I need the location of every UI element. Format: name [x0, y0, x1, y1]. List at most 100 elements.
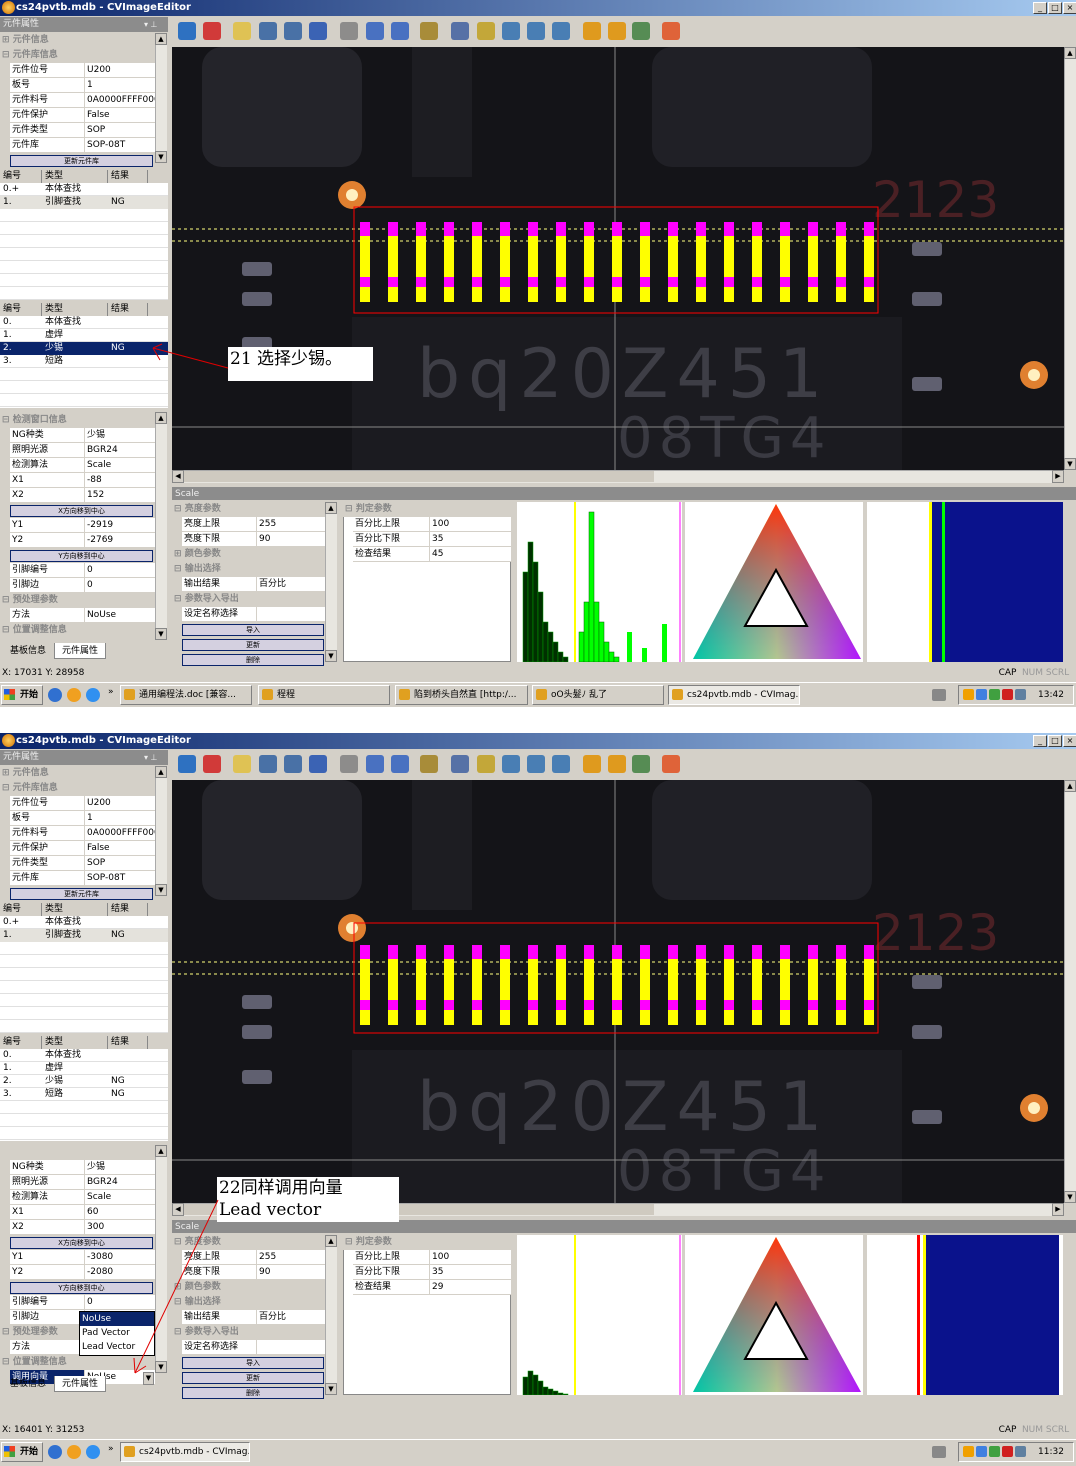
- taskbar-item[interactable]: 通用编程法.doc [兼容...: [120, 685, 252, 705]
- signal-icon[interactable]: [989, 1446, 1000, 1457]
- table-row[interactable]: 0.+ 本体查找: [0, 183, 168, 196]
- column-header[interactable]: 编号: [0, 1036, 42, 1049]
- column-header[interactable]: 类型: [42, 303, 108, 316]
- param-prop-value[interactable]: 百分比: [256, 577, 326, 592]
- taskbar-item[interactable]: oO头髮ﾉ 乱了: [532, 685, 664, 705]
- table-row[interactable]: 3. 短路: [0, 355, 168, 368]
- component-icon[interactable]: [420, 22, 438, 40]
- panel-tab[interactable]: 元件属性: [54, 643, 106, 659]
- component-prop-value[interactable]: SOP-08T: [84, 871, 155, 886]
- color-marker[interactable]: [917, 1235, 920, 1395]
- volume-icon[interactable]: [1015, 1446, 1026, 1457]
- print-preview-icon[interactable]: [340, 755, 358, 773]
- window-prop-section[interactable]: ⊟ 检测窗口信息: [0, 413, 155, 428]
- scroll-down-button[interactable]: ▼: [1064, 1191, 1076, 1203]
- window-prop-value[interactable]: 152: [84, 488, 155, 503]
- table-row[interactable]: 1. 虚焊: [0, 329, 168, 342]
- network-error-icon[interactable]: [1002, 689, 1013, 700]
- component-prop-button[interactable]: 更新元件库: [10, 888, 153, 900]
- fit-height-icon[interactable]: [284, 22, 302, 40]
- column-header[interactable]: 类型: [42, 903, 108, 916]
- vertical-scrollbar[interactable]: [155, 33, 167, 163]
- network-icon[interactable]: [976, 1446, 987, 1457]
- judge-prop-value[interactable]: 29: [429, 1280, 511, 1295]
- frame-icon[interactable]: [309, 755, 327, 773]
- scroll-down-button[interactable]: ▼: [325, 650, 337, 662]
- zoom-fit-icon[interactable]: [552, 755, 570, 773]
- zoom-fit-icon[interactable]: [552, 22, 570, 40]
- component-prop-value[interactable]: 0A0000FFFF000: [84, 826, 155, 841]
- component-prop-section[interactable]: ⊟ 元件库信息: [0, 781, 155, 796]
- scroll-up-button[interactable]: ▲: [155, 33, 167, 45]
- param-prop-section[interactable]: ⊞ 颜色参数: [172, 547, 326, 562]
- column-header[interactable]: 编号: [0, 903, 42, 916]
- table-row[interactable]: 2. 少锡 NG: [0, 342, 168, 355]
- component-prop-value[interactable]: U200: [84, 63, 155, 78]
- qq-icon[interactable]: [67, 1445, 81, 1459]
- zoom-out-icon[interactable]: [527, 22, 545, 40]
- column-header[interactable]: 编号: [0, 170, 42, 183]
- next-icon[interactable]: [608, 22, 626, 40]
- param-prop-button[interactable]: 更新: [182, 639, 324, 651]
- next-icon[interactable]: [608, 755, 626, 773]
- window-prop-value[interactable]: BGR24: [84, 1175, 155, 1190]
- judge-prop-value[interactable]: 100: [429, 1250, 511, 1265]
- component-icon[interactable]: [420, 755, 438, 773]
- color-triangle[interactable]: [685, 502, 863, 662]
- scroll-down-button[interactable]: ▼: [155, 884, 167, 896]
- save-icon[interactable]: [451, 22, 469, 40]
- fit-width-icon[interactable]: [259, 22, 277, 40]
- judge-prop-value[interactable]: 100: [429, 517, 511, 532]
- qq-tray-icon[interactable]: [963, 1446, 974, 1457]
- window-prop-section[interactable]: ⊟ 预处理参数: [0, 593, 155, 608]
- window-prop-value[interactable]: -88: [84, 473, 155, 488]
- more-icon[interactable]: »: [108, 687, 118, 701]
- table-row[interactable]: 2. 少锡 NG: [0, 1075, 168, 1088]
- minimize-button[interactable]: _: [1033, 2, 1047, 14]
- add-icon[interactable]: [178, 22, 196, 40]
- close-button[interactable]: ×: [1063, 735, 1076, 747]
- power-icon[interactable]: [662, 22, 680, 40]
- param-prop-value[interactable]: 百分比: [256, 1310, 326, 1325]
- component-prop-value[interactable]: U200: [84, 796, 155, 811]
- scroll-down-button[interactable]: ▼: [155, 628, 167, 640]
- library-icon[interactable]: [632, 755, 650, 773]
- qq-tray-icon[interactable]: [963, 689, 974, 700]
- undo-icon[interactable]: [366, 22, 384, 40]
- window-prop-value[interactable]: -2769: [84, 533, 155, 548]
- param-prop-value[interactable]: [256, 607, 326, 622]
- column-header[interactable]: 类型: [42, 170, 108, 183]
- scroll-down-button[interactable]: ▼: [1064, 458, 1076, 470]
- fit-height-icon[interactable]: [284, 755, 302, 773]
- panel-tab[interactable]: 基板信息: [2, 643, 54, 659]
- panel-tab[interactable]: 元件属性: [54, 1376, 106, 1392]
- param-prop-section[interactable]: ⊟ 参数导入导出: [172, 592, 326, 607]
- column-header[interactable]: 编号: [0, 303, 42, 316]
- vertical-scrollbar[interactable]: [155, 412, 167, 640]
- table-row[interactable]: 0. 本体查找: [0, 1049, 168, 1062]
- color-marker[interactable]: [929, 502, 932, 662]
- scroll-right-button[interactable]: ▶: [1052, 470, 1064, 483]
- component-prop-section[interactable]: ⊞ 元件信息: [0, 33, 155, 48]
- judge-prop-section[interactable]: ⊟ 判定参数: [343, 502, 511, 517]
- table-row[interactable]: 3. 短路 NG: [0, 1088, 168, 1101]
- vertical-scrollbar[interactable]: [1064, 47, 1076, 470]
- component-prop-value[interactable]: SOP: [84, 856, 155, 871]
- component-prop-value[interactable]: 0A0000FFFF000: [84, 93, 155, 108]
- component-prop-value[interactable]: 1: [84, 811, 155, 826]
- prev-icon[interactable]: [583, 755, 601, 773]
- scroll-up-button[interactable]: ▲: [325, 502, 337, 514]
- fit-width-icon[interactable]: [259, 755, 277, 773]
- table-row[interactable]: 1. 引脚查找 NG: [0, 196, 168, 209]
- component-prop-section[interactable]: ⊟ 元件库信息: [0, 48, 155, 63]
- window-prop-value[interactable]: BGR24: [84, 443, 155, 458]
- delete-icon[interactable]: [203, 22, 221, 40]
- signal-icon[interactable]: [989, 689, 1000, 700]
- scroll-up-button[interactable]: ▲: [325, 1235, 337, 1247]
- window-prop-value[interactable]: -2919: [84, 518, 155, 533]
- volume-icon[interactable]: [1015, 689, 1026, 700]
- taskbar-item[interactable]: 程程: [258, 685, 390, 705]
- window-prop-value[interactable]: 0: [84, 578, 155, 593]
- component-prop-value[interactable]: SOP-08T: [84, 138, 155, 153]
- window-prop-value[interactable]: 0: [84, 563, 155, 578]
